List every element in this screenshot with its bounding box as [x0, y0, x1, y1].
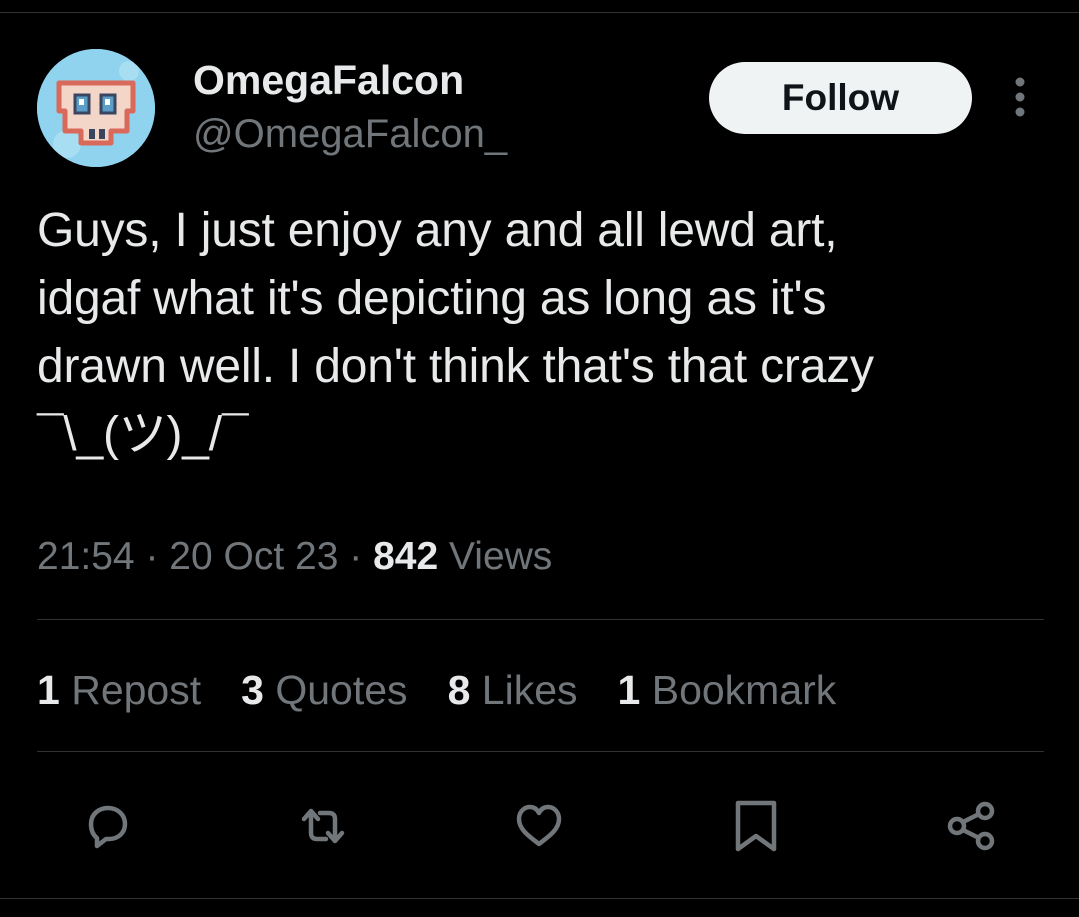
bookmark-button[interactable] [725, 795, 787, 857]
stat-label: Bookmark [651, 667, 837, 713]
bottom-divider [0, 898, 1079, 899]
tweet-text: Guys, I just enjoy any and all lewd art,… [37, 204, 874, 461]
stat-count: 3 [241, 667, 264, 713]
bookmark-icon [735, 800, 777, 852]
meta-separator: · [349, 535, 374, 578]
stat-bookmarks[interactable]: 1 Bookmark [618, 662, 837, 718]
share-icon [947, 801, 995, 851]
engagement-stats: 1 Repost 3 Quotes 8 Likes 1 Bookmark [37, 662, 836, 718]
tweet-meta: 21:54 · 20 Oct 23 · 842 Views [37, 529, 552, 585]
author-display-name[interactable]: OmegaFalcon [193, 56, 464, 104]
tweet-time[interactable]: 21:54 [37, 535, 135, 578]
follow-button[interactable]: Follow [709, 62, 972, 134]
robot-face-avatar-icon [37, 49, 155, 167]
share-button[interactable] [940, 795, 1002, 857]
more-vertical-icon [1015, 77, 1025, 117]
author-avatar[interactable] [37, 49, 155, 167]
views-count: 842 [373, 535, 439, 578]
stat-label: Repost [71, 667, 202, 713]
reply-icon [88, 805, 128, 849]
tweet-card: OmegaFalcon @OmegaFalcon_ Follow Guys, I… [0, 0, 1079, 917]
top-divider [0, 12, 1079, 13]
like-button[interactable] [508, 795, 570, 857]
meta-separator: · [145, 535, 170, 578]
stat-count: 1 [617, 667, 641, 713]
reply-button[interactable] [77, 795, 139, 857]
stat-reposts[interactable]: 1 Repost [37, 662, 201, 718]
views-label: Views [448, 535, 553, 578]
stat-likes[interactable]: 8 Likes [448, 662, 578, 718]
stat-count: 8 [447, 667, 471, 713]
repost-icon [301, 808, 345, 844]
stat-label: Likes [481, 667, 578, 713]
stat-count: 1 [37, 667, 60, 713]
tweet-date[interactable]: 20 Oct 23 [169, 535, 338, 578]
more-options-button[interactable] [1004, 74, 1036, 120]
stat-label: Quotes [275, 667, 408, 713]
stat-quotes[interactable]: 3 Quotes [241, 662, 407, 718]
stats-divider-top [37, 619, 1044, 620]
like-icon [516, 804, 562, 847]
repost-button[interactable] [292, 795, 354, 857]
stats-divider-bottom [37, 751, 1044, 752]
author-handle[interactable]: @OmegaFalcon_ [193, 110, 507, 158]
